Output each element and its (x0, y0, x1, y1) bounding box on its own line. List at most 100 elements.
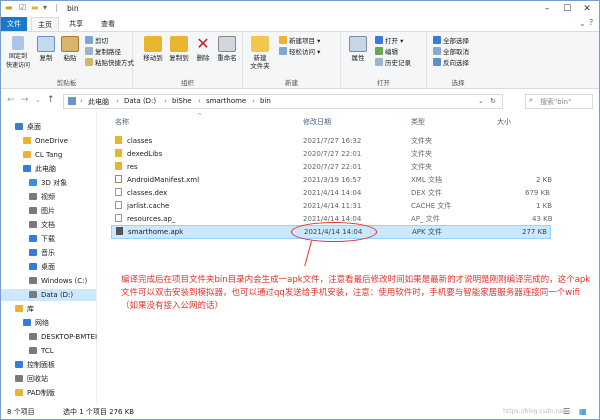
nav-item[interactable]: 桌面 (15, 121, 41, 133)
copy-path-button[interactable]: 复制路径 (85, 47, 121, 57)
file-row[interactable]: AndroidManifest.xml 2021/3/19 16:57 XML … (111, 174, 552, 186)
back-icon[interactable]: ← (7, 95, 15, 105)
select-none-icon (433, 47, 441, 55)
nav-item[interactable]: 视频 (29, 191, 55, 203)
search-input[interactable]: ⌕ 搜索"bin" (525, 94, 593, 109)
paste-shortcut-button[interactable]: 粘贴快捷方式 (85, 58, 134, 68)
breadcrumb-bin[interactable]: bin (260, 97, 271, 105)
path-box[interactable]: › 此电脑 › Data (D:) › biShe › smarthome › … (63, 94, 503, 109)
folder-icon (23, 137, 31, 144)
item-count: 8 个项目 (7, 408, 35, 416)
nav-item[interactable]: 音乐 (29, 247, 55, 259)
ribbon-collapse-icon[interactable]: ⌄ (579, 19, 586, 28)
invert-selection-button[interactable]: 反向选择 (433, 58, 469, 68)
column-type[interactable]: 类型 (411, 117, 425, 127)
help-icon[interactable]: ? (589, 18, 593, 27)
copy-icon (37, 36, 55, 52)
folder-icon (15, 389, 23, 396)
minimize-icon[interactable]: – (537, 1, 557, 17)
close-icon[interactable]: ✕ (577, 1, 597, 17)
new-item-button[interactable]: 新建项目 ▾ (279, 36, 320, 46)
folder-icon (115, 162, 122, 170)
computer-icon (29, 347, 37, 354)
copy-button[interactable]: 复制 (35, 36, 57, 62)
network-icon (23, 319, 31, 326)
edit-icon (375, 47, 383, 55)
maximize-icon[interactable]: ☐ (557, 1, 577, 17)
nav-item[interactable]: 回收站 (15, 373, 48, 385)
edit-button[interactable]: 编辑 (375, 47, 398, 57)
folder-icon: ▬ (5, 3, 13, 12)
file-list: 名称 修改日期 类型 大小 ^ classes 2021/7/27 16:32 … (101, 113, 599, 405)
file-row[interactable]: dexedLibs 2020/7/27 22:01 文件夹 (111, 148, 551, 160)
nav-item[interactable]: 下载 (29, 233, 55, 245)
column-size[interactable]: 大小 (497, 117, 511, 127)
tiles-view-icon[interactable]: ▦ (579, 405, 587, 419)
tab-file[interactable]: 文件 (1, 17, 27, 31)
nav-item[interactable]: PAD制版 (15, 387, 55, 399)
easy-access-button[interactable]: 轻松访问 ▾ (279, 47, 320, 57)
paste-button[interactable]: 粘贴 (59, 36, 81, 62)
file-row[interactable]: jarlist.cache 2021/4/14 11:31 CACHE 文件 1… (111, 200, 552, 212)
nav-item[interactable]: 桌面 (29, 261, 55, 273)
tab-share[interactable]: 共享 (63, 17, 89, 31)
move-to-button[interactable]: 移动到 (141, 36, 165, 62)
nav-item[interactable]: TCL (29, 345, 54, 357)
video-icon (29, 193, 37, 200)
path-dropdown-icon[interactable]: ⌄ (478, 97, 484, 105)
open-button[interactable]: 打开 ▾ (375, 36, 403, 46)
select-none-button[interactable]: 全部取消 (433, 47, 469, 57)
breadcrumb-smarthome[interactable]: smarthome (206, 97, 246, 105)
new-group: 新建 文件夹 新建项目 ▾ 轻松访问 ▾ 新建 (243, 32, 341, 89)
tab-home[interactable]: 主页 (31, 17, 59, 31)
documents-icon (29, 221, 37, 228)
column-name[interactable]: 名称 (115, 117, 129, 127)
nav-item[interactable]: 文档 (29, 219, 55, 231)
nav-item-selected[interactable]: Data (D:) (1, 289, 96, 301)
new-folder-button[interactable]: 新建 文件夹 (247, 36, 273, 70)
file-row[interactable]: classes 2021/7/27 16:32 文件夹 (111, 135, 551, 147)
computer-icon (68, 97, 76, 105)
breadcrumb-bishe[interactable]: biShe (172, 97, 192, 105)
nav-item[interactable]: 控制面板 (15, 359, 55, 371)
tab-view[interactable]: 查看 (95, 17, 121, 31)
rename-button[interactable]: 重命名 (215, 36, 239, 62)
delete-button[interactable]: ✕ 删除 (193, 36, 213, 63)
nav-item[interactable]: 库 (15, 303, 34, 315)
file-row[interactable]: res 2020/7/27 22:01 文件夹 (111, 161, 551, 173)
watermark: https://blog.csdn.net/... (503, 408, 573, 415)
organize-group: 移动到 复制到 ✕ 删除 重命名 组织 (133, 32, 243, 89)
breadcrumb-pc[interactable]: 此电脑 (88, 97, 109, 107)
breadcrumb-d[interactable]: Data (D:) (124, 97, 156, 105)
file-row[interactable]: classes.dex 2021/4/14 14:04 DEX 文件 679 K… (111, 187, 551, 199)
column-date[interactable]: 修改日期 (303, 117, 331, 127)
up-icon[interactable]: ↑ (47, 95, 55, 105)
navigation-pane: 桌面 OneDrive CL Tang 此电脑 3D 对象 视频 图片 文档 下… (1, 113, 97, 405)
select-all-button[interactable]: 全部选择 (433, 36, 469, 46)
checkbox-icon[interactable]: ☑ (19, 3, 26, 12)
group-label: 组织 (181, 79, 194, 87)
forward-icon[interactable]: → (21, 95, 29, 105)
customize-quick-access-icon[interactable]: ▾ (43, 3, 47, 12)
nav-item[interactable]: 3D 对象 (29, 177, 67, 189)
nav-item[interactable]: 此电脑 (23, 163, 56, 175)
copy-to-button[interactable]: 复制到 (167, 36, 191, 62)
drive-icon (29, 277, 37, 284)
new-folder-quick-icon[interactable]: ▬ (31, 3, 39, 12)
history-button[interactable]: 历史记录 (375, 58, 411, 68)
nav-item[interactable]: OneDrive (23, 135, 68, 147)
cut-button[interactable]: 剪切 (85, 36, 108, 46)
properties-button[interactable]: 属性 (347, 36, 369, 62)
refresh-icon[interactable]: ↻ (490, 97, 496, 105)
file-icon (115, 201, 122, 209)
nav-item[interactable]: 网络 (23, 317, 49, 329)
nav-item[interactable]: CL Tang (23, 149, 62, 161)
recent-dropdown-icon[interactable]: ⌄ (35, 96, 41, 104)
computer-icon (23, 165, 31, 172)
nav-item[interactable]: DESKTOP-BMTEI (29, 331, 97, 343)
pin-button[interactable]: 固定到 快速访问 (5, 36, 31, 70)
nav-item[interactable]: 图片 (29, 205, 55, 217)
nav-item[interactable]: Windows (C:) (29, 275, 87, 287)
paste-shortcut-icon (85, 58, 93, 66)
folder-icon (115, 136, 122, 144)
